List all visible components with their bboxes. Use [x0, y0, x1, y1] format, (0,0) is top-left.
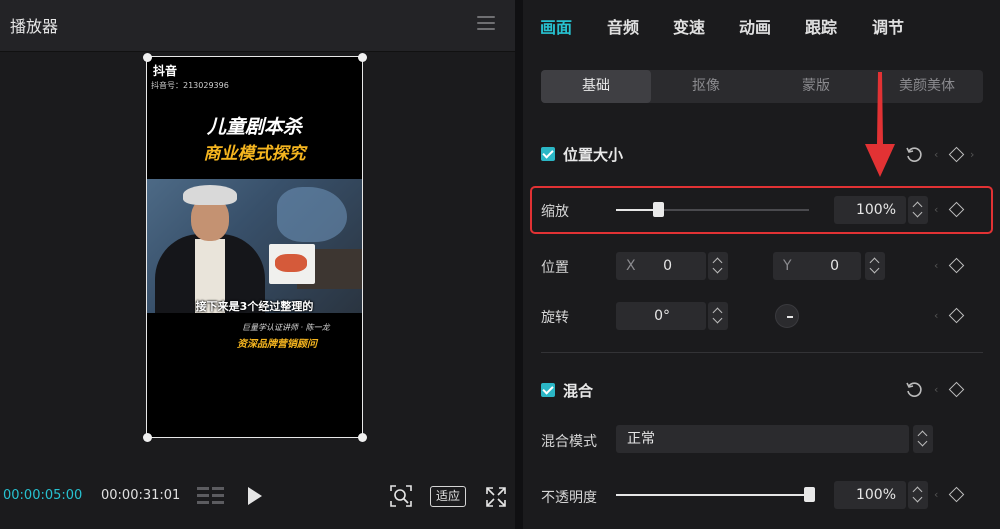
subtab-mask[interactable]: 蒙版 — [761, 70, 871, 103]
position-y-value: 0 — [830, 258, 839, 274]
douyin-account-id: 抖音号：213029396 — [151, 81, 229, 90]
subtab-basic[interactable]: 基础 — [541, 70, 651, 103]
property-tabs: 画面 音频 变速 动画 跟踪 调节 — [523, 0, 1000, 50]
resize-handle-top-right[interactable] — [358, 53, 367, 62]
opacity-value-field[interactable]: 100% — [834, 481, 906, 509]
reset-position-icon[interactable] — [905, 146, 923, 164]
fullscreen-icon[interactable] — [485, 486, 507, 508]
video-scene-image — [147, 179, 362, 313]
properties-panel: 画面 音频 变速 动画 跟踪 调节 基础 抠像 蒙版 美颜美体 位置大小 ‹ ›… — [523, 0, 1000, 529]
position-size-title: 位置大小 — [563, 146, 624, 164]
y-prefix: Y — [783, 258, 792, 274]
opacity-slider-fill — [616, 494, 809, 496]
player-panel: 播放器 抖音 抖音号：213029396 儿童剧本杀 商业模式探究 接下来是3个… — [0, 0, 515, 529]
opacity-keyframe-prev-icon[interactable]: ‹ — [934, 488, 938, 501]
video-preview[interactable]: 抖音 抖音号：213029396 儿童剧本杀 商业模式探究 接下来是3个经过整理… — [146, 56, 363, 438]
blend-keyframe-icon[interactable] — [948, 381, 965, 398]
blend-mode-label: 混合模式 — [541, 434, 597, 450]
total-time: 00:00:31:01 — [101, 488, 181, 503]
rotation-value: 0° — [654, 308, 670, 324]
player-title: 播放器 — [10, 17, 59, 36]
play-icon[interactable] — [248, 487, 262, 505]
timeline-grid-icon[interactable] — [197, 485, 225, 507]
position-x-field[interactable]: X 0 — [616, 252, 706, 280]
reset-blend-icon[interactable] — [905, 381, 923, 399]
position-x-value: 0 — [663, 258, 672, 274]
player-header: 播放器 — [0, 0, 515, 52]
current-time: 00:00:05:00 — [3, 488, 83, 503]
rotation-stepper[interactable] — [708, 302, 728, 330]
red-arrow-annotation — [865, 72, 895, 177]
sub-tabs: 基础 抠像 蒙版 美颜美体 — [541, 70, 983, 103]
resize-handle-bottom-right[interactable] — [358, 433, 367, 442]
resize-handle-top-left[interactable] — [143, 53, 152, 62]
blend-keyframe-prev-icon[interactable]: ‹ — [934, 383, 938, 396]
x-prefix: X — [626, 258, 636, 274]
video-title-line1: 儿童剧本杀 — [206, 116, 302, 138]
scale-highlight-box — [530, 186, 993, 234]
subtab-cutout[interactable]: 抠像 — [651, 70, 761, 103]
fit-button[interactable]: 适应 — [430, 486, 466, 507]
rotation-label: 旋转 — [541, 310, 569, 326]
keyframe-prev-icon[interactable]: ‹ — [934, 148, 938, 161]
blend-mode-stepper[interactable] — [913, 425, 933, 453]
rotation-keyframe-prev-icon[interactable]: ‹ — [934, 309, 938, 322]
blend-checkbox[interactable] — [541, 383, 555, 397]
tab-audio[interactable]: 音频 — [607, 14, 639, 38]
tab-tracking[interactable]: 跟踪 — [805, 14, 837, 38]
opacity-value: 100% — [855, 487, 896, 503]
blend-mode-select[interactable]: 正常 — [616, 425, 909, 453]
video-caption-line1: 巨量学认证讲师 · 陈一龙 — [242, 323, 330, 332]
resize-handle-bottom-left[interactable] — [143, 433, 152, 442]
rotation-field[interactable]: 0° — [616, 302, 706, 330]
opacity-slider-handle[interactable] — [804, 487, 815, 502]
zoom-search-icon[interactable] — [390, 485, 412, 507]
rotation-keyframe-icon[interactable] — [948, 307, 965, 324]
keyframe-icon[interactable] — [948, 146, 965, 163]
tab-speed[interactable]: 变速 — [673, 14, 705, 38]
menu-icon[interactable] — [477, 16, 495, 30]
position-y-stepper[interactable] — [865, 252, 885, 280]
blend-title: 混合 — [563, 382, 594, 400]
video-caption-line2: 资深品牌营销顾问 — [237, 339, 317, 350]
douyin-logo: 抖音 — [153, 64, 178, 78]
position-y-field[interactable]: Y 0 — [773, 252, 861, 280]
section-divider — [541, 352, 983, 353]
position-keyframe-icon[interactable] — [948, 257, 965, 274]
rotation-dial[interactable] — [775, 304, 799, 328]
keyframe-next-icon[interactable]: › — [970, 148, 974, 161]
opacity-keyframe-icon[interactable] — [948, 486, 965, 503]
tab-adjust[interactable]: 调节 — [872, 14, 904, 38]
tab-animation[interactable]: 动画 — [739, 14, 771, 38]
opacity-label: 不透明度 — [541, 490, 597, 506]
position-label: 位置 — [541, 260, 569, 276]
position-x-stepper[interactable] — [708, 252, 728, 280]
position-size-checkbox[interactable] — [541, 147, 555, 161]
opacity-stepper[interactable] — [908, 481, 928, 509]
tab-picture[interactable]: 画面 — [540, 14, 572, 38]
video-subtitle: 接下来是3个经过整理的 — [195, 300, 314, 313]
video-title-line2: 商业模式探究 — [203, 144, 306, 164]
position-keyframe-prev-icon[interactable]: ‹ — [934, 259, 938, 272]
